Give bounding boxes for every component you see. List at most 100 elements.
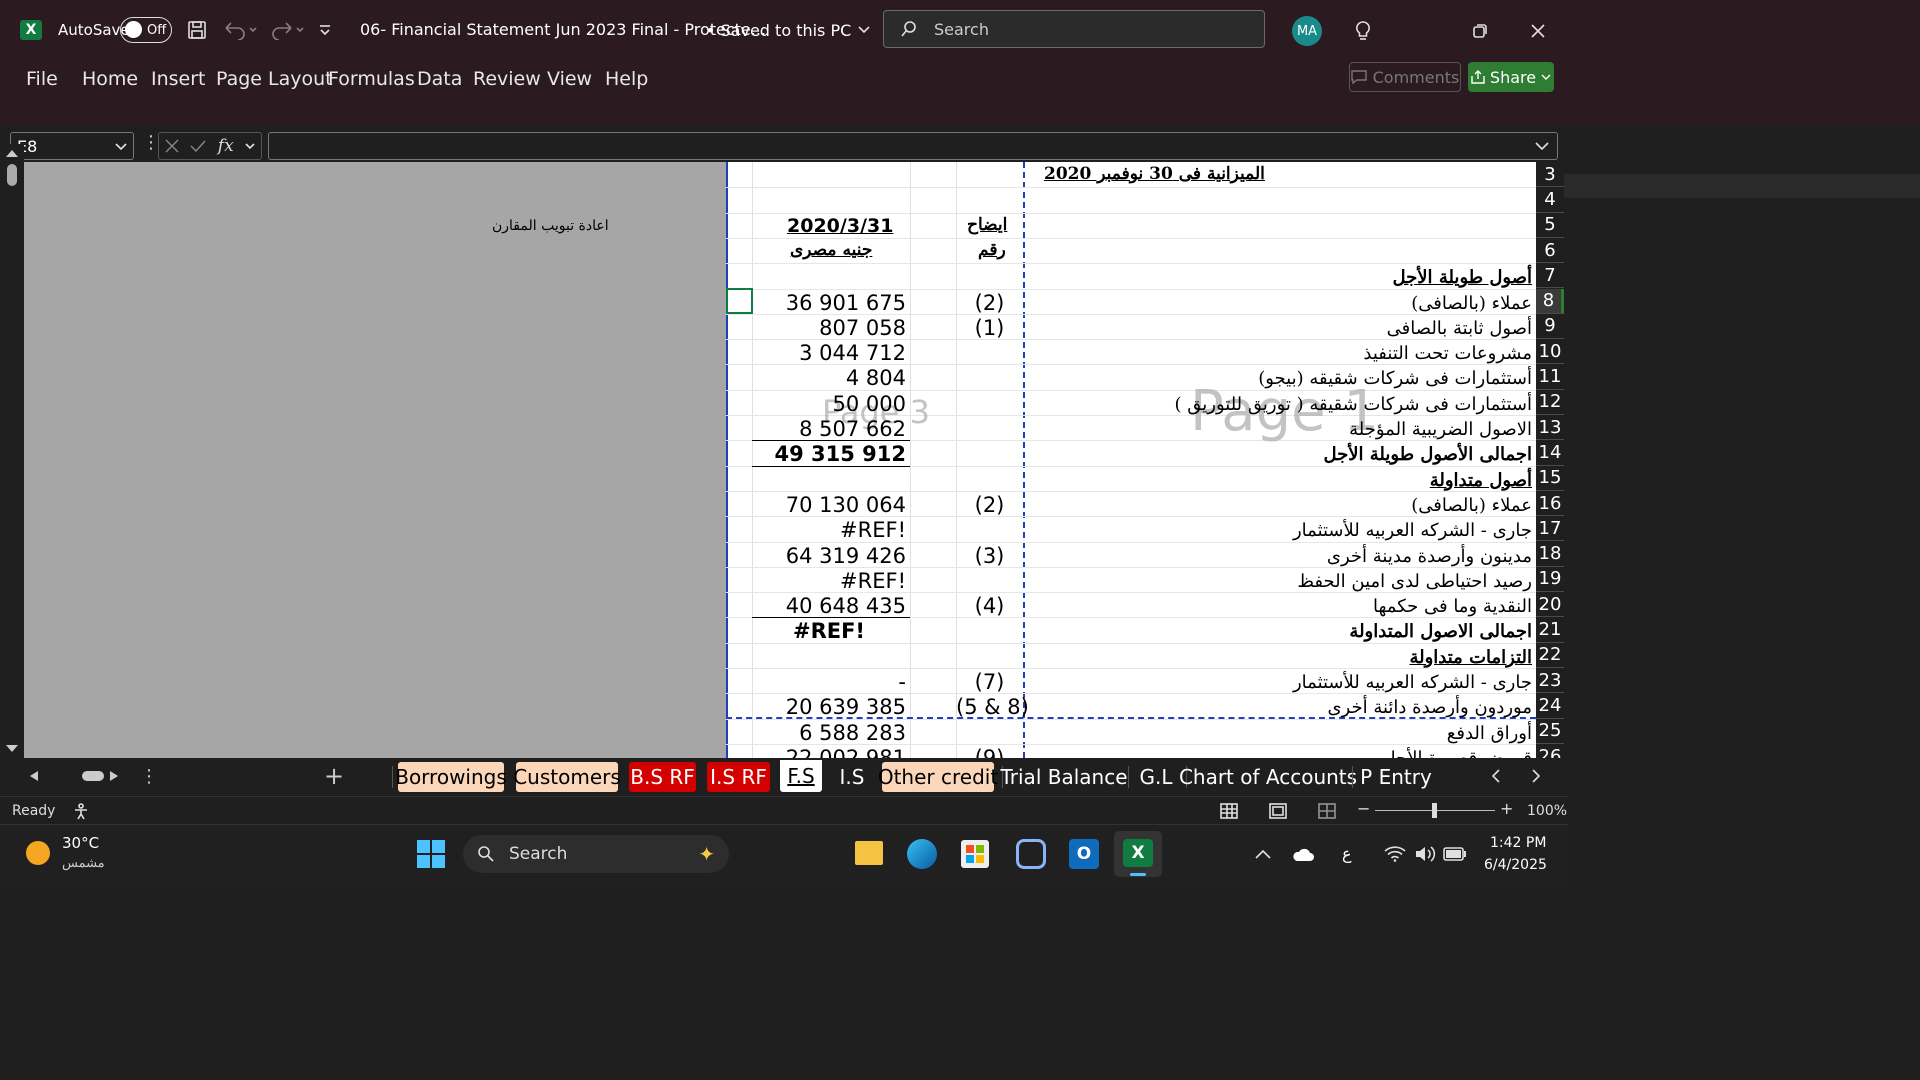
line-label[interactable]: أصول طويلة الأجل	[1393, 267, 1532, 288]
line-value[interactable]: 8 507 662	[752, 417, 906, 441]
line-label[interactable]: جارى - الشركه العربيه للأستثمار	[1293, 520, 1532, 541]
tab-view[interactable]: View	[547, 70, 592, 89]
tab-review[interactable]: Review	[473, 70, 541, 89]
line-value[interactable]: 50 000	[752, 392, 906, 416]
sheet-tab-other-credit[interactable]: Other credit	[878, 762, 998, 792]
line-label[interactable]: النقدية وما فى حكمها	[1373, 596, 1532, 617]
line-label[interactable]: مدينون وأرصدة مدينة أخرى	[1327, 546, 1532, 567]
onedrive-cloud-icon[interactable]	[1291, 846, 1315, 862]
store-icon[interactable]	[961, 840, 989, 868]
tab-page-layout[interactable]: Page Layout	[216, 70, 333, 89]
row-header-5[interactable]: 5	[1536, 212, 1564, 238]
weather-sun-icon[interactable]	[26, 841, 50, 865]
row-header-21[interactable]: 21	[1536, 617, 1564, 643]
line-note[interactable]: (9)	[956, 746, 1023, 758]
comments-button[interactable]: Comments	[1349, 62, 1461, 92]
row-header-23[interactable]: 23	[1536, 668, 1564, 694]
insert-function-icon[interactable]: fx	[218, 136, 234, 156]
sheet-tab-chart-of-accounts[interactable]: Chart of Accounts	[1179, 762, 1357, 792]
zoom-out-button[interactable]: −	[1357, 801, 1370, 817]
sheet-tab-gl[interactable]: G.L	[1134, 762, 1178, 792]
row-header-13[interactable]: 13	[1536, 415, 1564, 441]
row-header-20[interactable]: 20	[1536, 592, 1564, 618]
scroll-right-icon[interactable]	[108, 770, 120, 782]
clock-time[interactable]: 1:42 PM	[1490, 836, 1546, 850]
horizontal-scroll-thumb[interactable]	[82, 771, 104, 781]
zoom-slider-thumb[interactable]	[1432, 803, 1437, 818]
line-label[interactable]: أستثمارات فى شركات شقيقه (بيجو)	[1258, 368, 1532, 389]
line-label[interactable]: عملاء (بالصافى)	[1411, 495, 1532, 516]
input-language[interactable]: ع	[1342, 846, 1352, 862]
line-value[interactable]: #REF!	[752, 569, 906, 593]
line-value[interactable]: 64 319 426	[752, 544, 906, 568]
row-header-17[interactable]: 17	[1536, 516, 1564, 542]
tab-data[interactable]: Data	[417, 70, 462, 89]
row-header-24[interactable]: 24	[1536, 693, 1564, 719]
line-label[interactable]: اجمالى الاصول المتداولة	[1349, 621, 1532, 642]
row-header-6[interactable]: 6	[1536, 237, 1564, 264]
undo-button[interactable]	[220, 18, 260, 42]
sheet-tab-trial-balance[interactable]: Trial Balance	[1001, 762, 1128, 792]
line-value[interactable]: #REF!	[752, 518, 906, 542]
line-label[interactable]: التزامات متداولة	[1409, 647, 1532, 668]
line-label[interactable]: عملاء (بالصافى)	[1411, 293, 1532, 314]
line-label[interactable]: أوراق الدفع	[1447, 723, 1532, 744]
zoom-in-button[interactable]: +	[1500, 801, 1513, 817]
row-header-22[interactable]: 22	[1536, 642, 1564, 668]
sheet-tab-borrowings[interactable]: Borrowings	[395, 762, 507, 792]
line-note[interactable]: (3)	[956, 544, 1023, 568]
line-note[interactable]: (4)	[956, 594, 1023, 618]
formula-input[interactable]	[268, 132, 1558, 160]
tab-home[interactable]: Home	[82, 70, 138, 89]
row-header-12[interactable]: 12	[1536, 389, 1564, 415]
line-label[interactable]: موردون وأرصدة دائنة أخرى	[1327, 697, 1532, 718]
windows-start-icon[interactable]	[416, 839, 446, 869]
scroll-left-icon[interactable]	[28, 770, 40, 782]
row-header-15[interactable]: 15	[1536, 465, 1564, 491]
sheet-tab-is-rf[interactable]: I.S RF	[707, 762, 770, 792]
line-note[interactable]: (7)	[956, 670, 1023, 694]
row-header-3[interactable]: 3	[1536, 162, 1564, 188]
line-value[interactable]: -	[752, 670, 906, 694]
excel-taskbar-icon[interactable]: X	[1114, 831, 1162, 877]
zoom-level[interactable]: 100%	[1527, 804, 1567, 818]
volume-icon[interactable]	[1414, 845, 1436, 863]
line-note[interactable]: (2)	[956, 291, 1023, 315]
line-label[interactable]: أستثمارات فى شركات شقيقه ( توريق للتوريق…	[1175, 394, 1532, 415]
close-window-button[interactable]	[1524, 18, 1552, 44]
scroll-down-icon[interactable]	[5, 744, 19, 754]
page-break-view-icon[interactable]	[1318, 803, 1336, 819]
name-box[interactable]: E8	[10, 132, 134, 160]
line-value[interactable]: 22 002 981	[752, 746, 906, 758]
chevron-up-icon[interactable]	[1255, 849, 1271, 859]
row-header-25[interactable]: 25	[1536, 718, 1564, 744]
sheet-options-icon[interactable]: ⋮	[140, 768, 158, 786]
save-status-button[interactable]: • Saved to this PC	[706, 18, 872, 42]
avatar[interactable]: MA	[1292, 16, 1322, 46]
redo-button[interactable]	[267, 18, 307, 42]
line-label[interactable]: اجمالى الأصول طويلة الأجل	[1323, 444, 1532, 465]
row-header-26[interactable]: 26	[1536, 743, 1564, 758]
line-note[interactable]: (5 & 8)	[956, 695, 1029, 719]
line-value[interactable]: 807 058	[752, 316, 906, 340]
line-label[interactable]: أصول متداولة	[1430, 470, 1532, 491]
line-label[interactable]: مشروعات تحت التنفيذ	[1363, 343, 1532, 364]
enter-formula-icon[interactable]	[190, 139, 206, 153]
line-value[interactable]: 49 315 912	[752, 442, 906, 466]
line-value[interactable]: 40 648 435	[752, 594, 906, 618]
search-box[interactable]: Search	[883, 10, 1265, 48]
customize-qat-button[interactable]	[316, 20, 334, 40]
page-layout-view-icon[interactable]	[1269, 803, 1287, 819]
scrollbar-thumb[interactable]	[7, 164, 17, 186]
edge-icon[interactable]	[907, 839, 937, 869]
row-header-4[interactable]: 4	[1536, 187, 1564, 213]
copilot-app-icon[interactable]	[1016, 839, 1046, 869]
line-label[interactable]: جارى - الشركه العربيه للأستثمار	[1293, 672, 1532, 693]
line-value[interactable]: 36 901 675	[752, 291, 906, 315]
vertical-scrollbar[interactable]	[0, 144, 24, 760]
row-header-8[interactable]: 8	[1536, 288, 1564, 314]
save-button[interactable]	[185, 18, 209, 42]
chevron-right-icon[interactable]	[1530, 769, 1542, 783]
autosave-toggle[interactable]: Off	[120, 17, 172, 43]
active-cell-e8[interactable]	[726, 288, 753, 314]
